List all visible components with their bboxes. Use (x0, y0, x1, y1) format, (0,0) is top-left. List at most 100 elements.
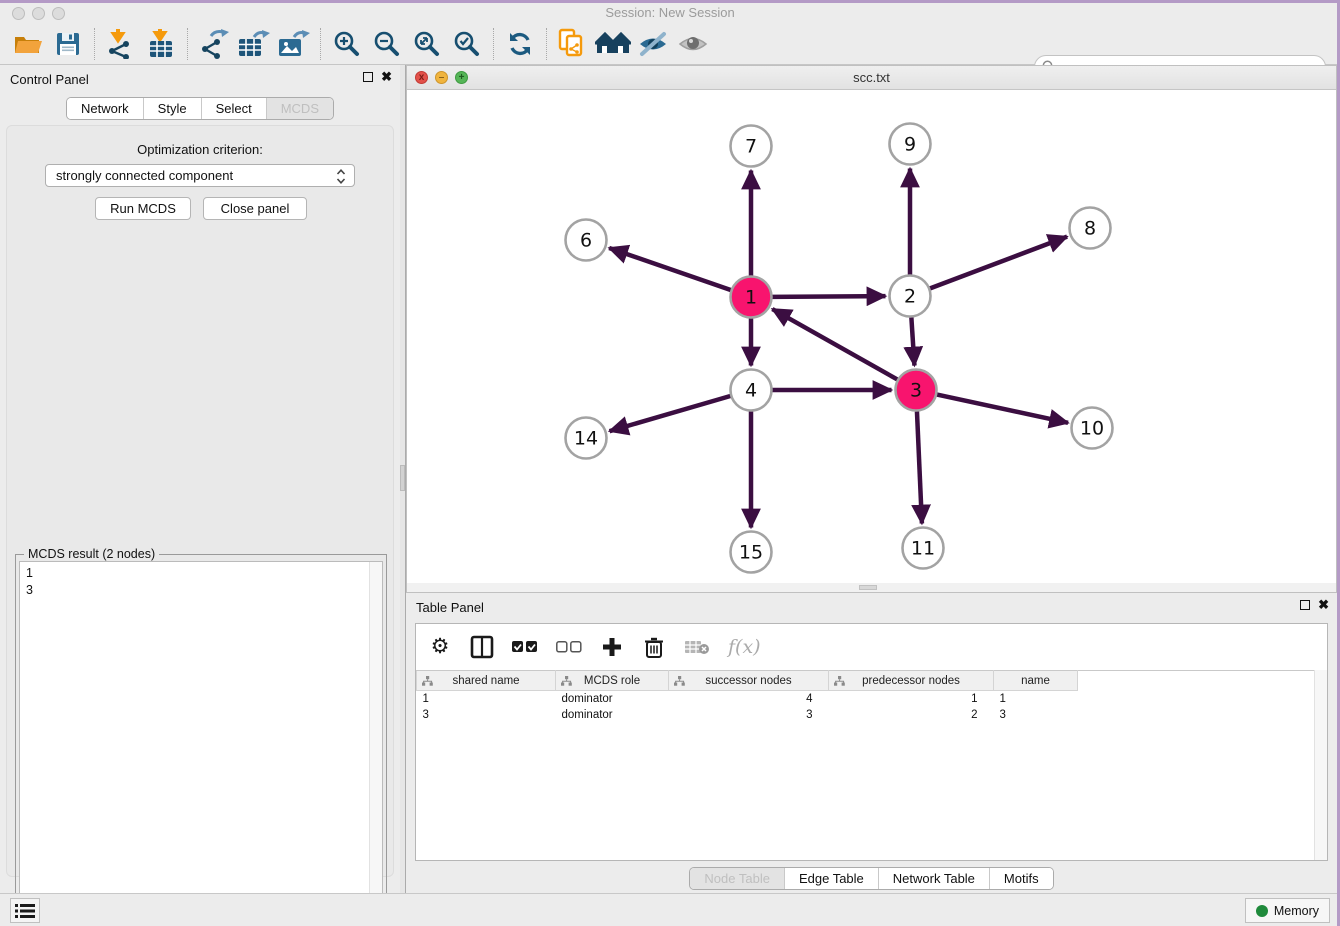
trash-icon[interactable] (642, 633, 666, 661)
float-panel-icon[interactable] (363, 72, 373, 82)
tab-node-table[interactable]: Node Table (690, 868, 785, 889)
splitter-grip[interactable] (400, 465, 405, 491)
cell-successor-nodes[interactable]: 4 (669, 691, 829, 707)
mcds-result-title: MCDS result (2 nodes) (24, 547, 159, 561)
mcds-result-box[interactable]: 1 3 (19, 561, 383, 926)
table-row[interactable]: 1dominator411 (417, 691, 1328, 707)
cell-name[interactable]: 3 (994, 707, 1078, 723)
column-header-successor-nodes[interactable]: successor nodes (669, 671, 829, 691)
export-network-icon[interactable] (194, 26, 234, 62)
export-table-icon[interactable] (234, 26, 274, 62)
status-bar: Memory (0, 893, 1340, 926)
houses-icon[interactable] (593, 26, 633, 62)
control-panel-header: Control Panel ✖ (0, 65, 400, 93)
cell-shared-name[interactable]: 1 (417, 691, 556, 707)
open-folder-icon[interactable] (8, 26, 48, 62)
hide-selection-icon[interactable] (633, 26, 673, 62)
cell-predecessor-nodes[interactable]: 2 (829, 707, 994, 723)
graph-node-label-6: 6 (580, 230, 592, 252)
table-row[interactable]: 3dominator323 (417, 707, 1328, 723)
graph-node-label-11: 11 (911, 538, 935, 560)
cell-name[interactable]: 1 (994, 691, 1078, 707)
cell-successor-nodes[interactable]: 3 (669, 707, 829, 723)
graph-edge-2-3[interactable] (911, 317, 914, 365)
columns-icon[interactable] (470, 633, 494, 661)
graph-node-label-15: 15 (739, 542, 763, 564)
tab-network[interactable]: Network (67, 98, 144, 119)
tab-style[interactable]: Style (144, 98, 202, 119)
checkboxes-unchecked-icon[interactable] (556, 633, 582, 661)
task-list-icon[interactable] (10, 898, 40, 923)
tab-select[interactable]: Select (202, 98, 267, 119)
cell-filler (1078, 707, 1328, 723)
zoom-in-icon[interactable] (327, 26, 367, 62)
attribute-icon (674, 676, 685, 686)
horizontal-splitter-grip[interactable] (859, 585, 877, 590)
import-network-icon[interactable] (101, 26, 141, 62)
criterion-select[interactable]: strongly connected component (45, 164, 355, 187)
close-panel-icon[interactable]: ✖ (381, 72, 392, 82)
tab-motifs[interactable]: Motifs (990, 868, 1053, 889)
network-canvas[interactable]: 1234678910111415 (407, 90, 1336, 583)
graph-node-label-1: 1 (745, 287, 757, 309)
zoom-out-icon[interactable] (367, 26, 407, 62)
table-toolbar: ⚙ f(x) (416, 624, 1327, 670)
network-view-window: x – + scc.txt 1234678910111415 (406, 65, 1337, 593)
graph-node-label-7: 7 (745, 136, 757, 158)
float-panel-icon[interactable] (1300, 600, 1310, 610)
cell-MCDS-role[interactable]: dominator (556, 691, 669, 707)
optimization-criterion-label: Optimization criterion: (7, 142, 393, 157)
export-image-icon[interactable] (274, 26, 314, 62)
node-table[interactable]: shared nameMCDS rolesuccessor nodesprede… (416, 670, 1327, 723)
column-header-MCDS-role[interactable]: MCDS role (556, 671, 669, 691)
control-panel: Control Panel ✖ Network Style Select MCD… (0, 65, 400, 893)
graph-edge-3-1[interactable] (772, 309, 897, 379)
graph-edge-3-10[interactable] (937, 395, 1068, 423)
network-view-titlebar[interactable]: x – + scc.txt (407, 66, 1336, 90)
mcds-result-scrollbar[interactable] (369, 562, 382, 926)
checkboxes-checked-icon[interactable] (512, 633, 538, 661)
graph-edge-4-14[interactable] (610, 396, 731, 431)
cell-MCDS-role[interactable]: dominator (556, 707, 669, 723)
attribute-icon (834, 676, 845, 686)
tab-mcds[interactable]: MCDS (267, 98, 333, 119)
close-panel-icon[interactable]: ✖ (1318, 600, 1329, 610)
control-panel-tabs: Network Style Select MCDS (0, 97, 400, 120)
table-panel-title: Table Panel (416, 600, 484, 615)
cell-shared-name[interactable]: 3 (417, 707, 556, 723)
zoom-window-button[interactable] (52, 7, 65, 20)
graph-edge-2-8[interactable] (930, 237, 1067, 289)
chevron-up-down-icon (336, 168, 346, 185)
graph-edge-1-2[interactable] (772, 296, 885, 297)
tab-network-table[interactable]: Network Table (879, 868, 990, 889)
plus-icon[interactable] (600, 633, 624, 661)
close-panel-button[interactable]: Close panel (203, 197, 307, 220)
table-scrollbar[interactable] (1314, 670, 1327, 860)
close-window-button[interactable] (12, 7, 25, 20)
table-panel-header: Table Panel ✖ (406, 593, 1337, 619)
mcds-result-group: MCDS result (2 nodes) 1 3 (15, 554, 387, 926)
zoom-selected-icon[interactable] (447, 26, 487, 62)
column-header-shared-name[interactable]: shared name (417, 671, 556, 691)
delete-table-icon (684, 633, 710, 661)
gear-icon[interactable]: ⚙ (428, 633, 452, 661)
refresh-icon[interactable] (500, 26, 540, 62)
save-icon[interactable] (48, 26, 88, 62)
import-table-icon[interactable] (141, 26, 181, 62)
graph-edge-3-11[interactable] (917, 411, 922, 523)
node-table-container: ⚙ f(x) shared nameMCDS rolesucces (415, 623, 1328, 861)
graph-edge-1-6[interactable] (609, 248, 731, 290)
minimize-window-button[interactable] (32, 7, 45, 20)
window-accent-border (0, 0, 1340, 3)
show-selection-icon[interactable] (673, 26, 713, 62)
tab-edge-table[interactable]: Edge Table (785, 868, 879, 889)
column-header-predecessor-nodes[interactable]: predecessor nodes (829, 671, 994, 691)
cell-predecessor-nodes[interactable]: 1 (829, 691, 994, 707)
run-mcds-button[interactable]: Run MCDS (95, 197, 191, 220)
column-header-name[interactable]: name (994, 671, 1078, 691)
mcds-panel: Optimization criterion: strongly connect… (6, 125, 394, 877)
memory-button[interactable]: Memory (1245, 898, 1330, 923)
zoom-fit-icon[interactable] (407, 26, 447, 62)
app-document-share-icon[interactable] (553, 26, 593, 62)
graph-node-label-10: 10 (1080, 418, 1104, 440)
